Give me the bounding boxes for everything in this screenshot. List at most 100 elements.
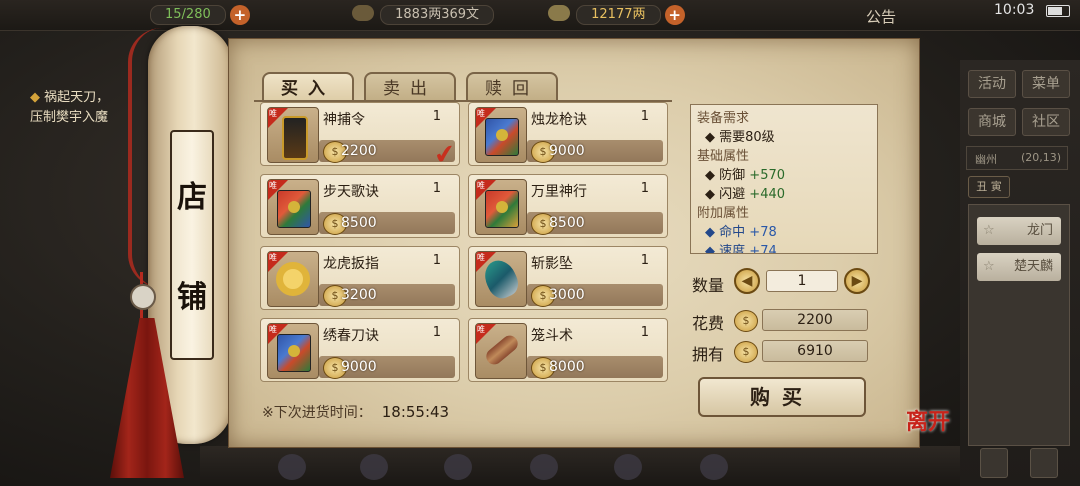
- unique-badge: 唯: [269, 109, 277, 118]
- shop-title-char: 铺: [177, 280, 207, 315]
- coin-icon: $: [734, 310, 758, 332]
- base-attr-title: 基础属性: [697, 149, 750, 164]
- bottom-right-button[interactable]: [1030, 448, 1058, 478]
- unique-badge: 唯: [477, 109, 485, 118]
- tab-redeem[interactable]: 赎回: [466, 72, 558, 102]
- function-icon[interactable]: [614, 454, 642, 480]
- shop-item[interactable]: 唯 斩影坠 1 $ 3000: [468, 246, 668, 310]
- copper-coin-icon: [352, 5, 374, 21]
- leave-button[interactable]: 离开: [906, 404, 950, 448]
- item-detail-panel[interactable]: 装备需求 ◆ 需要80级 基础属性 ◆ 防御 +570 ◆ 闪避 +440 附加…: [690, 104, 878, 254]
- item-qty: 1: [640, 325, 649, 340]
- attr-name: 闪避: [719, 187, 746, 202]
- item-icon-frame: 唯: [267, 323, 319, 379]
- item-name: 步天歌诀: [323, 184, 379, 200]
- quantity-label: 数量: [692, 276, 725, 295]
- item-price: 9000: [549, 143, 585, 159]
- shop-item[interactable]: 唯 万里神行 1 $ 8500: [468, 174, 668, 238]
- item-icon-frame: 唯: [475, 107, 527, 163]
- bottom-right-button[interactable]: [980, 448, 1008, 478]
- item-qty: 1: [432, 325, 441, 340]
- function-icon[interactable]: [278, 454, 306, 480]
- item-qty: 1: [640, 181, 649, 196]
- team-member-1[interactable]: ☆ 龙门: [977, 217, 1061, 245]
- item-icon-frame: 唯: [267, 107, 319, 163]
- notice-button[interactable]: 公告: [866, 6, 896, 27]
- tassel-bead: [130, 284, 156, 310]
- location-display: 幽州 (20,13): [966, 146, 1068, 170]
- attr-value: +74: [749, 244, 777, 254]
- item-qty: 1: [432, 253, 441, 268]
- star-icon: ☆: [983, 259, 995, 274]
- function-icon[interactable]: [444, 454, 472, 480]
- add-silver-button[interactable]: +: [664, 5, 685, 25]
- restock-time: 18:55:43: [381, 403, 450, 421]
- item-icon-frame: 唯: [267, 179, 319, 235]
- function-icon[interactable]: [360, 454, 388, 480]
- item-qty: 1: [432, 181, 441, 196]
- mall-button[interactable]: 商城: [968, 108, 1016, 136]
- copper-value: 1883两369文: [380, 5, 495, 25]
- silver-currency: 12177两 +: [548, 5, 685, 25]
- attr-value: +570: [749, 168, 786, 183]
- item-icon-frame: 唯: [475, 251, 527, 307]
- location-coords: (20,13): [1021, 151, 1062, 164]
- item-price: 8500: [549, 215, 585, 231]
- unique-badge: 唯: [477, 253, 485, 262]
- item-icon-frame: 唯: [475, 323, 527, 379]
- item-name: 笼斗术: [531, 328, 573, 344]
- shop-title-char: 店: [177, 180, 207, 215]
- shop-item[interactable]: 唯 烛龙枪诀 1 $ 9000: [468, 102, 668, 166]
- team-member-name: 龙门: [1026, 223, 1053, 238]
- function-icon[interactable]: [530, 454, 558, 480]
- requirement-title: 装备需求: [697, 111, 750, 126]
- attr-value: +78: [749, 225, 777, 240]
- seal-tab[interactable]: 丑 寅: [968, 176, 1010, 198]
- attr-name: 速度: [719, 244, 746, 254]
- activity-button[interactable]: 活动: [968, 70, 1016, 98]
- community-button[interactable]: 社区: [1022, 108, 1070, 136]
- decrease-quantity-button[interactable]: ◀: [734, 268, 760, 294]
- copper-currency: 1883两369文: [352, 5, 495, 25]
- item-price: 8000: [549, 359, 585, 375]
- item-price: 8500: [341, 215, 377, 231]
- star-icon: ☆: [983, 223, 995, 238]
- top-resource-bar: 15/280 + 1883两369文 12177两 + 公告 10:03: [0, 0, 1080, 31]
- add-bag-button[interactable]: +: [229, 5, 250, 25]
- silver-value: 12177两: [576, 5, 661, 25]
- quantity-input[interactable]: 1: [766, 270, 838, 292]
- item-price: 9000: [341, 359, 377, 375]
- increase-quantity-button[interactable]: ▶: [844, 268, 870, 294]
- shop-item[interactable]: 唯 绣春刀诀 1 $ 9000: [260, 318, 460, 382]
- item-price: 3200: [341, 287, 377, 303]
- owned-value: 6910: [762, 340, 868, 362]
- unique-badge: 唯: [477, 325, 485, 334]
- quest-title: 祸起天刀，: [44, 90, 110, 105]
- buy-button[interactable]: 购买: [698, 377, 866, 417]
- team-member-2[interactable]: ☆ 楚天麟: [977, 253, 1061, 281]
- item-icon-frame: 唯: [475, 179, 527, 235]
- shop-item[interactable]: 唯 步天歌诀 1 $ 8500: [260, 174, 460, 238]
- quest-bullet-icon: ◆: [30, 90, 45, 105]
- shop-item[interactable]: 唯 笼斗术 1 $ 8000: [468, 318, 668, 382]
- item-name: 龙虎扳指: [323, 256, 379, 272]
- bottom-function-bar: [200, 446, 960, 486]
- status-clock: 10:03: [994, 2, 1035, 18]
- item-name: 绣春刀诀: [323, 328, 379, 344]
- tab-buy[interactable]: 买入: [262, 72, 354, 102]
- location-name: 幽州: [975, 153, 997, 166]
- item-name: 斩影坠: [531, 256, 573, 272]
- team-member-name: 楚天麟: [1013, 259, 1053, 274]
- selected-check-icon: ✔: [432, 138, 458, 172]
- tab-sell[interactable]: 卖出: [364, 72, 456, 102]
- owned-label: 拥有: [692, 345, 725, 364]
- item-qty: 1: [640, 253, 649, 268]
- shop-item[interactable]: 唯 龙虎扳指 1 $ 3200: [260, 246, 460, 310]
- function-icon[interactable]: [700, 454, 728, 480]
- unique-badge: 唯: [477, 181, 485, 190]
- bag-capacity: 15/280 +: [150, 5, 250, 25]
- shop-item[interactable]: 唯 神捕令 1 $ 2200: [260, 102, 460, 166]
- menu-button[interactable]: 菜单: [1022, 70, 1070, 98]
- silver-ingot-icon: [548, 5, 570, 21]
- team-panel: ☆ 龙门 ☆ 楚天麟: [968, 204, 1070, 446]
